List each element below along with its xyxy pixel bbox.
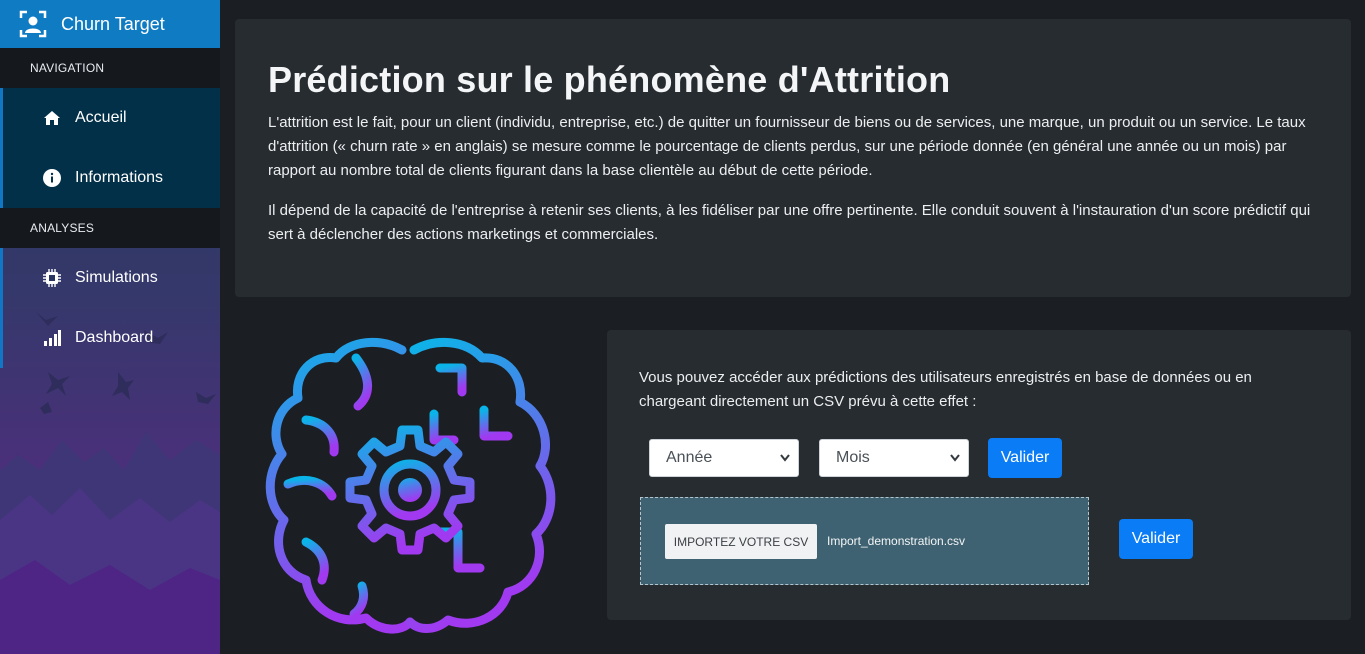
info-icon [43,169,61,187]
validate-date-button[interactable]: Valider [988,438,1062,478]
sidebar-item-informations[interactable]: Informations [0,148,220,208]
sidebar-item-label: Informations [75,169,164,186]
sidebar-item-label: Accueil [75,109,127,126]
intro-paragraph-2: Il dépend de la capacité de l'entreprise… [268,202,1311,243]
csv-dropzone[interactable]: IMPORTEZ VOTRE CSV Import_demonstration.… [640,497,1089,585]
app-brand[interactable]: Churn Target [0,0,220,48]
month-select-value: Mois [836,449,870,466]
intro-card: Prédiction sur le phénomène d'Attrition … [235,19,1351,297]
intro-paragraph-1: L'attrition est le fait, pour un client … [268,114,1306,179]
year-select-value: Année [666,449,713,466]
chevron-down-icon [780,454,790,462]
brain-gear-icon [265,337,556,634]
selected-file-name: Import_demonstration.csv [827,534,966,548]
home-icon [43,109,61,127]
bar-chart-icon [43,329,61,347]
chip-icon [43,269,61,287]
chevron-down-icon [950,454,960,462]
user-scan-icon [19,10,47,38]
section-header-analyses: ANALYSES [0,208,220,248]
prediction-panel: Vous pouvez accéder aux prédictions des … [607,330,1351,620]
sidebar-item-label: Dashboard [75,329,154,346]
sidebar: Churn Target NAVIGATION Accueil Informat… [0,0,220,654]
section-header-navigation: NAVIGATION [0,48,220,88]
import-csv-button[interactable]: IMPORTEZ VOTRE CSV [665,524,817,559]
sidebar-item-simulations[interactable]: Simulations [0,248,220,308]
prediction-intro-text: Vous pouvez accéder aux prédictions des … [639,369,1252,410]
page-title: Prédiction sur le phénomène d'Attrition [268,59,951,100]
validate-csv-button[interactable]: Valider [1119,519,1193,559]
app-title: Churn Target [61,13,165,34]
sidebar-item-accueil[interactable]: Accueil [0,88,220,148]
year-select[interactable]: Année [649,439,799,477]
sidebar-item-dashboard[interactable]: Dashboard [0,308,220,368]
month-select[interactable]: Mois [819,439,969,477]
sidebar-item-label: Simulations [75,269,158,286]
